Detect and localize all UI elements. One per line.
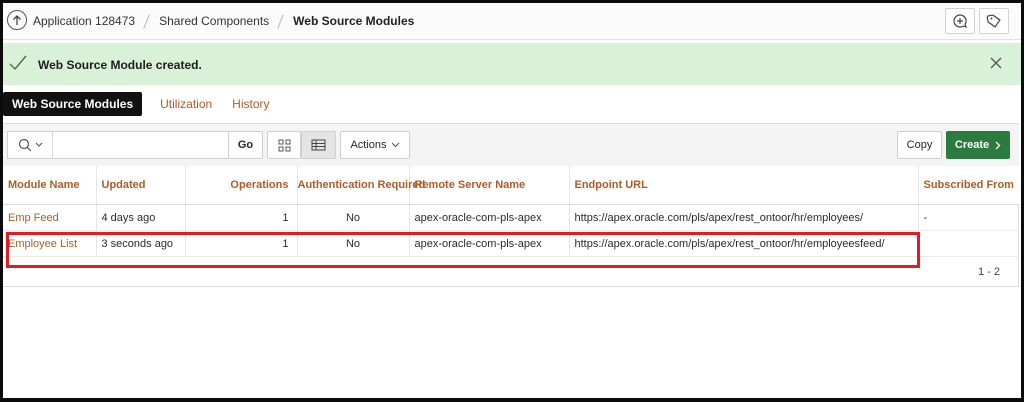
operations-cell: 1 [185,204,298,231]
column-header-authentication-required[interactable]: Authentication Required [297,166,425,205]
grid-view-button[interactable] [267,131,301,159]
create-label: Create [954,139,990,151]
operations-cell: 1 [185,230,298,257]
subscribed-from-cell: - [918,204,1019,231]
create-button[interactable]: Create [946,131,1010,159]
authentication-cell: No [297,204,410,231]
page: Application 128473 Shared Components Web… [3,3,1021,398]
screenshot-frame: Application 128473 Shared Components Web… [0,0,1024,402]
endpoint-url-cell: https://apex.oracle.com/pls/apex/rest_on… [569,204,919,231]
column-header-subscribed-from[interactable]: Subscribed From [918,166,1019,205]
breadcrumb-separator [143,14,151,28]
breadcrumb-shared-components[interactable]: Shared Components [159,14,269,28]
search-column-selector[interactable] [8,132,53,158]
go-button[interactable]: Go [228,131,263,159]
add-comment-icon [953,14,967,28]
page-title: Web Source Modules [293,14,415,28]
authentication-cell: No [297,230,410,257]
updated-cell: 3 seconds ago [96,230,186,257]
actions-menu-button[interactable]: Actions [340,131,410,159]
module-name-link[interactable]: Employee List [3,230,97,257]
column-header-remote-server-name[interactable]: Remote Server Name [409,166,570,205]
copy-button[interactable]: Copy [897,131,942,159]
search-icon [18,138,31,152]
alert-message: Web Source Module created. [38,58,202,72]
report-view-button[interactable] [301,131,336,159]
column-header-operations[interactable]: Operations [185,166,298,205]
column-header-module-name[interactable]: Module Name [3,166,97,205]
pagination-label: 1 - 2 [977,266,1000,278]
updated-cell: 4 days ago [96,204,186,231]
tag-button[interactable] [979,8,1009,34]
breadcrumb: Application 128473 Shared Components Web… [33,14,414,28]
column-header-endpoint-url[interactable]: Endpoint URL [569,166,919,205]
tab-web-source-modules[interactable]: Web Source Modules [3,92,143,116]
breadcrumb-application[interactable]: Application 128473 [33,14,135,28]
tab-bar: Web Source Modules Utilization History [3,92,280,116]
chevron-down-icon [35,142,42,147]
tab-history[interactable]: History [222,92,279,116]
breadcrumb-separator [277,14,285,28]
report-view-icon [311,139,326,151]
chevron-down-icon [391,142,399,148]
tag-icon [986,14,1001,28]
search-input[interactable] [54,133,228,159]
endpoint-url-cell: https://apex.oracle.com/pls/apex/rest_on… [569,230,919,257]
table-row: Employee List 3 seconds ago 1 No apex-or… [3,230,1019,257]
add-comment-button[interactable] [945,8,975,34]
breadcrumb-bar: Application 128473 Shared Components Web… [3,3,1021,40]
actions-label: Actions [350,139,387,151]
report-region: Go Actions Copy Create Module Name Updat… [3,123,1019,287]
up-arrow-icon[interactable] [7,10,27,30]
grid-view-icon [278,139,290,151]
report-toolbar: Go Actions Copy Create [3,124,1019,167]
module-name-link[interactable]: Emp Feed [3,204,97,231]
web-source-modules-table: Module Name Updated Operations Authentic… [3,166,1019,257]
subscribed-from-cell [918,230,1019,257]
table-header-row: Module Name Updated Operations Authentic… [3,166,1019,205]
tab-utilization[interactable]: Utilization [150,92,222,116]
search-field [7,131,229,159]
table-row: Emp Feed 4 days ago 1 No apex-oracle-com… [3,204,1019,231]
chevron-right-icon [995,141,1001,149]
checkmark-icon [9,55,27,71]
remote-server-cell: apex-oracle-com-pls-apex [409,230,570,257]
close-icon[interactable] [989,56,1003,70]
column-header-updated[interactable]: Updated [96,166,186,205]
success-alert: Web Source Module created. [3,43,1021,85]
remote-server-cell: apex-oracle-com-pls-apex [409,204,570,231]
